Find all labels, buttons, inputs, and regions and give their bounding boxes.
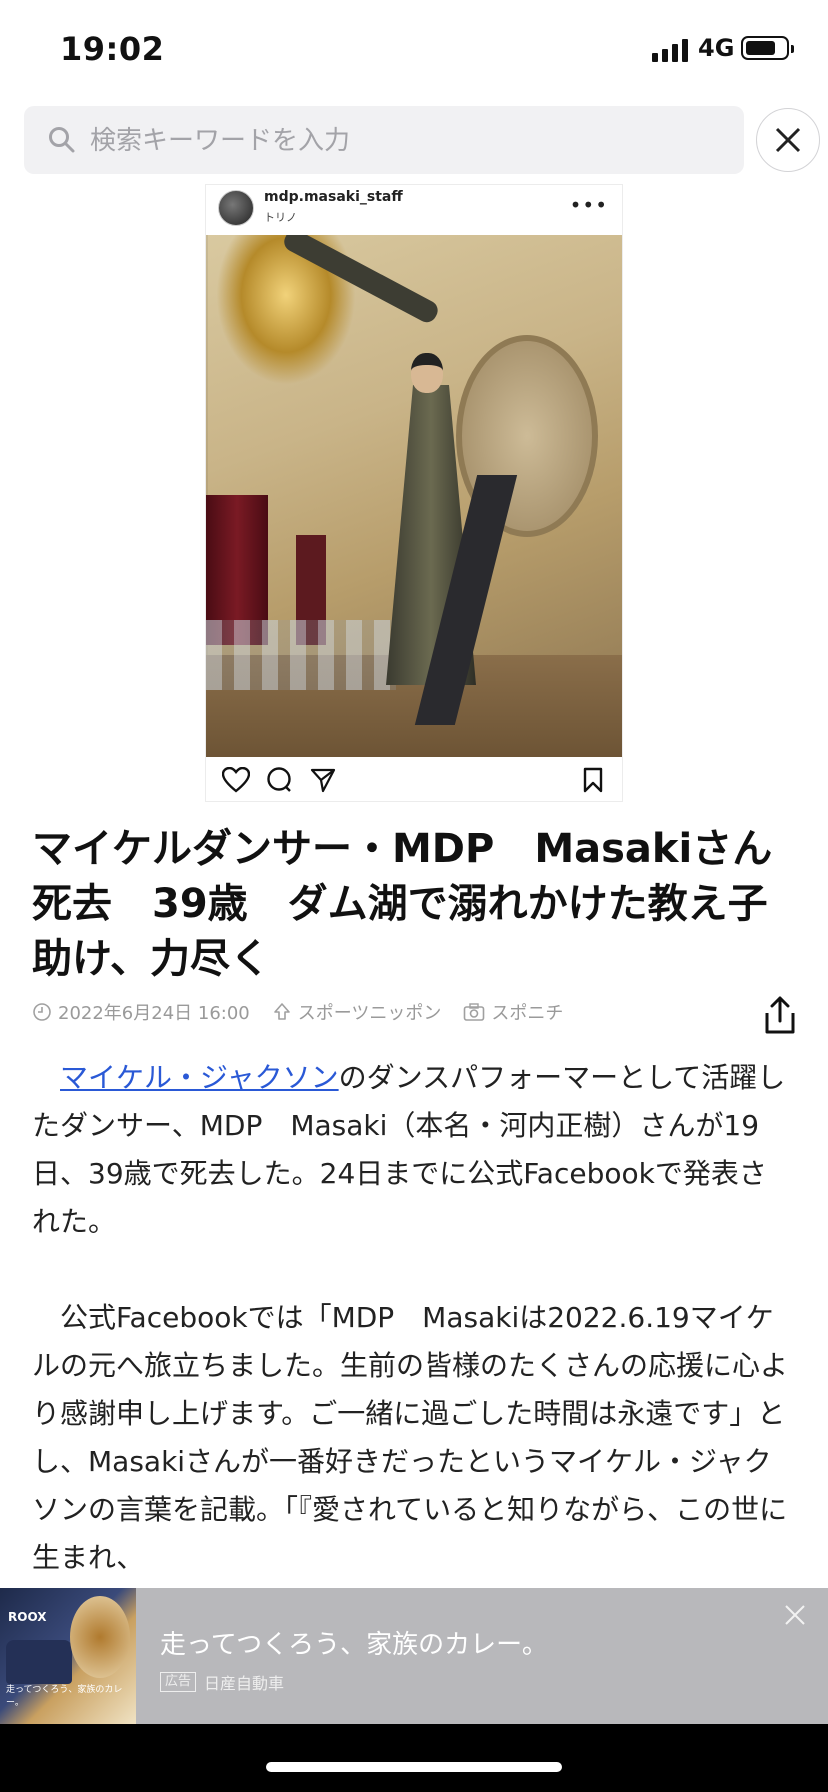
- article-paragraph-2-text: 公式Facebookでは「MDP Masakiは2022.6.19マイケルの元へ…: [32, 1301, 789, 1574]
- photo-dancer-head: [411, 353, 443, 393]
- photo-credit-text: スポニチ: [491, 1003, 564, 1024]
- avatar[interactable]: [218, 190, 254, 226]
- article-date-text: 2022年6月24日 16:00: [58, 1003, 250, 1024]
- ad-curry-image: [70, 1596, 130, 1678]
- ad-title[interactable]: 走ってつくろう、家族のカレー。: [160, 1624, 548, 1661]
- ad-brand-logo: ROOX: [8, 1610, 47, 1624]
- bookmark-icon[interactable]: [582, 767, 604, 797]
- search-input[interactable]: [88, 106, 732, 176]
- ad-subline: 広告 日産自動車: [160, 1670, 284, 1694]
- embed-header: mdp.masaki_staff トリノ •••: [206, 185, 622, 235]
- article-meta: 2022年6月24日 16:00 スポーツニッポン スポニチ: [32, 998, 585, 1026]
- heart-icon[interactable]: [221, 766, 251, 797]
- close-button[interactable]: [756, 108, 820, 172]
- source-icon: [273, 1003, 290, 1020]
- ad-banner[interactable]: ROOX 走ってつくろう、家族のカレー。 走ってつくろう、家族のカレー。 広告 …: [0, 1588, 828, 1724]
- embed-location[interactable]: トリノ: [264, 209, 297, 225]
- status-bar: 19:02 4G: [0, 0, 828, 100]
- article-paragraph-2: 公式Facebookでは「MDP Masakiは2022.6.19マイケルの元へ…: [32, 1294, 792, 1582]
- more-options-icon[interactable]: •••: [570, 193, 608, 217]
- home-indicator[interactable]: [266, 1762, 562, 1772]
- article-source-text: スポーツニッポン: [297, 1003, 442, 1024]
- embed-username[interactable]: mdp.masaki_staff: [264, 189, 403, 205]
- signal-icon: [652, 38, 688, 62]
- article-body: マイケル・ジャクソンのダンスパフォーマーとして活躍したダンサー、MDP Masa…: [32, 1054, 792, 1582]
- ad-advertiser: 日産自動車: [204, 1674, 285, 1693]
- search-bar[interactable]: [24, 106, 744, 176]
- share-icon: [765, 996, 795, 1034]
- ad-thumb-caption: 走ってつくろう、家族のカレー。: [6, 1685, 123, 1708]
- ad-thumbnail[interactable]: ROOX 走ってつくろう、家族のカレー。: [0, 1588, 136, 1724]
- article-date: 2022年6月24日 16:00: [32, 999, 250, 1025]
- article-paragraph-1: マイケル・ジャクソンのダンスパフォーマーとして活躍したダンサー、MDP Masa…: [32, 1054, 792, 1246]
- article-source[interactable]: スポーツニッポン: [272, 999, 442, 1025]
- embed-actions: [206, 757, 622, 801]
- clock-icon: [33, 1003, 51, 1021]
- close-icon: [775, 127, 801, 153]
- ad-label: 広告: [160, 1672, 197, 1692]
- ad-close-icon[interactable]: [784, 1604, 806, 1626]
- instagram-embed[interactable]: mdp.masaki_staff トリノ •••: [205, 184, 623, 802]
- ad-car-image: [6, 1640, 72, 1684]
- comment-icon[interactable]: [266, 767, 292, 797]
- network-type: 4G: [698, 34, 735, 62]
- bottom-bar: [0, 1724, 828, 1792]
- photo-credit: スポニチ: [463, 999, 563, 1025]
- article-headline: マイケルダンサー・MDP Masakiさん死去 39歳 ダム湖で溺れかけた教え子…: [32, 826, 773, 982]
- camera-icon: [464, 1003, 485, 1021]
- share-send-icon[interactable]: [310, 767, 336, 797]
- embed-photo[interactable]: [206, 235, 622, 757]
- status-time: 19:02: [60, 30, 165, 68]
- search-icon: [49, 127, 75, 153]
- share-button[interactable]: [762, 995, 798, 1035]
- photo-chairs: [206, 620, 396, 690]
- michael-jackson-link[interactable]: マイケル・ジャクソン: [60, 1061, 339, 1094]
- battery-icon: [741, 36, 794, 60]
